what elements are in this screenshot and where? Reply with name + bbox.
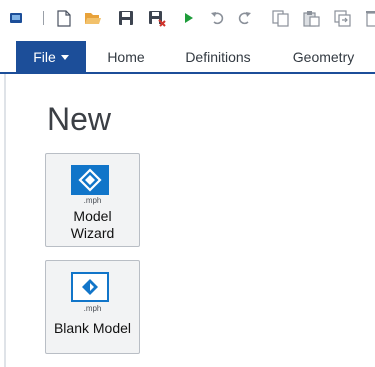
page-title: New xyxy=(47,101,112,137)
open-folder-icon[interactable] xyxy=(84,9,102,27)
save-as-icon[interactable] xyxy=(148,9,166,27)
tile-label: Wizard xyxy=(70,225,115,241)
tile-label: Model xyxy=(73,208,112,224)
redo-icon[interactable] xyxy=(235,9,253,27)
chevron-down-icon xyxy=(60,55,69,60)
tab-home[interactable]: Home xyxy=(95,40,157,73)
model-wizard-button[interactable]: .mph Model Wizard xyxy=(45,153,140,247)
tile-extension-label: .mph xyxy=(83,196,102,205)
tab-file-label: File xyxy=(33,49,56,65)
delete-icon[interactable] xyxy=(362,9,375,27)
paste-icon[interactable] xyxy=(302,9,320,27)
tab-geometry[interactable]: Geometry xyxy=(280,40,367,73)
undo-icon[interactable] xyxy=(209,9,227,27)
model-wizard-icon xyxy=(71,165,109,195)
app-icon[interactable] xyxy=(7,9,25,27)
tab-definitions[interactable]: Definitions xyxy=(172,40,264,73)
toolbar-separator xyxy=(43,11,44,25)
blank-model-icon xyxy=(71,272,109,302)
duplicate-icon[interactable] xyxy=(333,9,351,27)
blank-model-button[interactable]: .mph Blank Model xyxy=(45,260,140,354)
copy-icon[interactable] xyxy=(271,9,289,27)
quick-access-toolbar xyxy=(0,0,375,40)
run-icon[interactable] xyxy=(180,9,198,27)
tile-label: Blank Model xyxy=(53,320,132,336)
new-file-icon[interactable] xyxy=(55,9,73,27)
tile-extension-label: .mph xyxy=(83,304,102,313)
ribbon-tab-strip: File Home Definitions Geometry xyxy=(0,40,375,73)
save-icon[interactable] xyxy=(117,9,135,27)
tab-file[interactable]: File xyxy=(16,41,86,72)
